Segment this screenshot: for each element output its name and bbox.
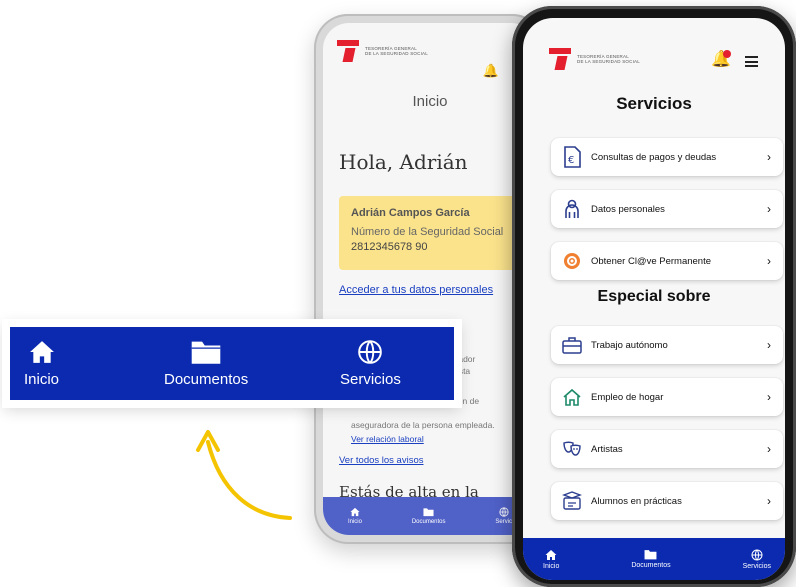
personal-data-link[interactable]: Acceder a tus datos personales xyxy=(339,284,537,296)
service-consultas[interactable]: € Consultas de pagos y deudas › xyxy=(551,138,783,176)
globe-icon xyxy=(499,507,509,517)
front-header: TESORERÍA GENERAL DE LA SEGURIDAD SOCIAL… xyxy=(523,18,785,80)
zoomed-bottom-nav: Inicio Documentos Servicios xyxy=(10,327,454,400)
nav-inicio[interactable]: Inicio xyxy=(543,549,559,570)
special-artistas[interactable]: Artistas › xyxy=(551,430,783,468)
brand-line-2: DE LA SEGURIDAD SOCIAL xyxy=(365,51,428,56)
special-alumnos-practicas[interactable]: Alumnos en prácticas › xyxy=(551,482,783,520)
svg-text:€: € xyxy=(568,155,574,166)
folder-icon xyxy=(644,550,657,560)
theater-masks-icon xyxy=(561,438,583,460)
folder-icon xyxy=(191,341,221,364)
chevron-right-icon: › xyxy=(767,338,771,352)
notifications-button[interactable]: 🔔 xyxy=(711,50,731,68)
tgss-logo-icon xyxy=(337,40,359,62)
chevron-right-icon: › xyxy=(767,442,771,456)
special-empleo-hogar[interactable]: Empleo de hogar › xyxy=(551,378,783,416)
greeting: Hola, Adrián xyxy=(339,150,468,174)
all-notices-link[interactable]: Ver todos los avisos xyxy=(339,455,424,466)
front-bottom-nav: Inicio Documentos Servicios xyxy=(523,538,785,580)
nav-documentos[interactable]: Documentos xyxy=(631,549,671,569)
chevron-right-icon: › xyxy=(767,202,771,216)
home-icon xyxy=(545,549,557,560)
user-card: Adrián Campos García Número de la Seguri… xyxy=(339,196,537,270)
person-icon xyxy=(561,198,583,220)
document-euro-icon: € xyxy=(561,146,583,168)
briefcase-icon xyxy=(561,334,583,356)
back-phone-screen: TESORERÍA GENERAL DE LA SEGURIDAD SOCIAL… xyxy=(323,23,537,535)
globe-icon xyxy=(751,549,763,560)
special-trabajo-autonomo[interactable]: Trabajo autónomo › xyxy=(551,326,783,364)
front-phone-screen: TESORERÍA GENERAL DE LA SEGURIDAD SOCIAL… xyxy=(523,18,785,580)
chevron-right-icon: › xyxy=(767,390,771,404)
chevron-right-icon: › xyxy=(767,254,771,268)
tgss-logo-icon xyxy=(549,48,571,70)
nav-inicio[interactable]: Inicio xyxy=(348,507,362,525)
brand-logo: TESORERÍA GENERAL DE LA SEGURIDAD SOCIAL xyxy=(549,48,640,70)
ss-number: 2812345678 90 xyxy=(351,241,428,253)
special-heading: Especial sobre xyxy=(597,288,711,305)
ss-number-label: Número de la Seguridad Social xyxy=(351,226,504,238)
notice-text-4: aseguradora de la persona empleada. xyxy=(351,420,495,430)
zoom-nav-servicios[interactable]: Servicios xyxy=(340,339,401,388)
nav-documentos[interactable]: Documentos xyxy=(412,507,446,525)
view-employment-link[interactable]: Ver relación laboral xyxy=(351,433,424,445)
house-icon xyxy=(561,386,583,408)
front-phone: TESORERÍA GENERAL DE LA SEGURIDAD SOCIAL… xyxy=(512,6,796,587)
curved-arrow-icon xyxy=(196,430,292,520)
hamburger-menu-icon[interactable] xyxy=(745,56,758,67)
folder-icon xyxy=(423,508,434,517)
zoom-nav-documentos[interactable]: Documentos xyxy=(164,339,248,388)
back-bottom-nav: Inicio Documentos Servic xyxy=(323,497,537,535)
nav-servicios[interactable]: Servic xyxy=(495,507,512,525)
chevron-right-icon: › xyxy=(767,150,771,164)
clave-icon xyxy=(561,250,583,272)
notification-dot xyxy=(723,50,731,58)
chevron-right-icon: › xyxy=(767,494,771,508)
brand-logo: TESORERÍA GENERAL DE LA SEGURIDAD SOCIAL xyxy=(337,40,428,62)
home-icon xyxy=(350,507,360,517)
page-title: Servicios xyxy=(616,94,692,113)
nav-servicios[interactable]: Servicios xyxy=(743,549,771,570)
globe-icon xyxy=(358,340,383,364)
brand-line-2: DE LA SEGURIDAD SOCIAL xyxy=(577,59,640,64)
back-header: TESORERÍA GENERAL DE LA SEGURIDAD SOCIAL xyxy=(323,23,537,79)
zoom-nav-inicio[interactable]: Inicio xyxy=(24,339,59,388)
service-clave[interactable]: Obtener Cl@ve Permanente › xyxy=(551,242,783,280)
student-icon xyxy=(561,490,583,512)
service-datos-personales[interactable]: Datos personales › xyxy=(551,190,783,228)
page-title: Inicio xyxy=(412,93,448,110)
bell-icon[interactable]: 🔔 xyxy=(483,63,499,79)
user-name: Adrián Campos García xyxy=(351,207,470,219)
home-icon xyxy=(29,341,54,363)
